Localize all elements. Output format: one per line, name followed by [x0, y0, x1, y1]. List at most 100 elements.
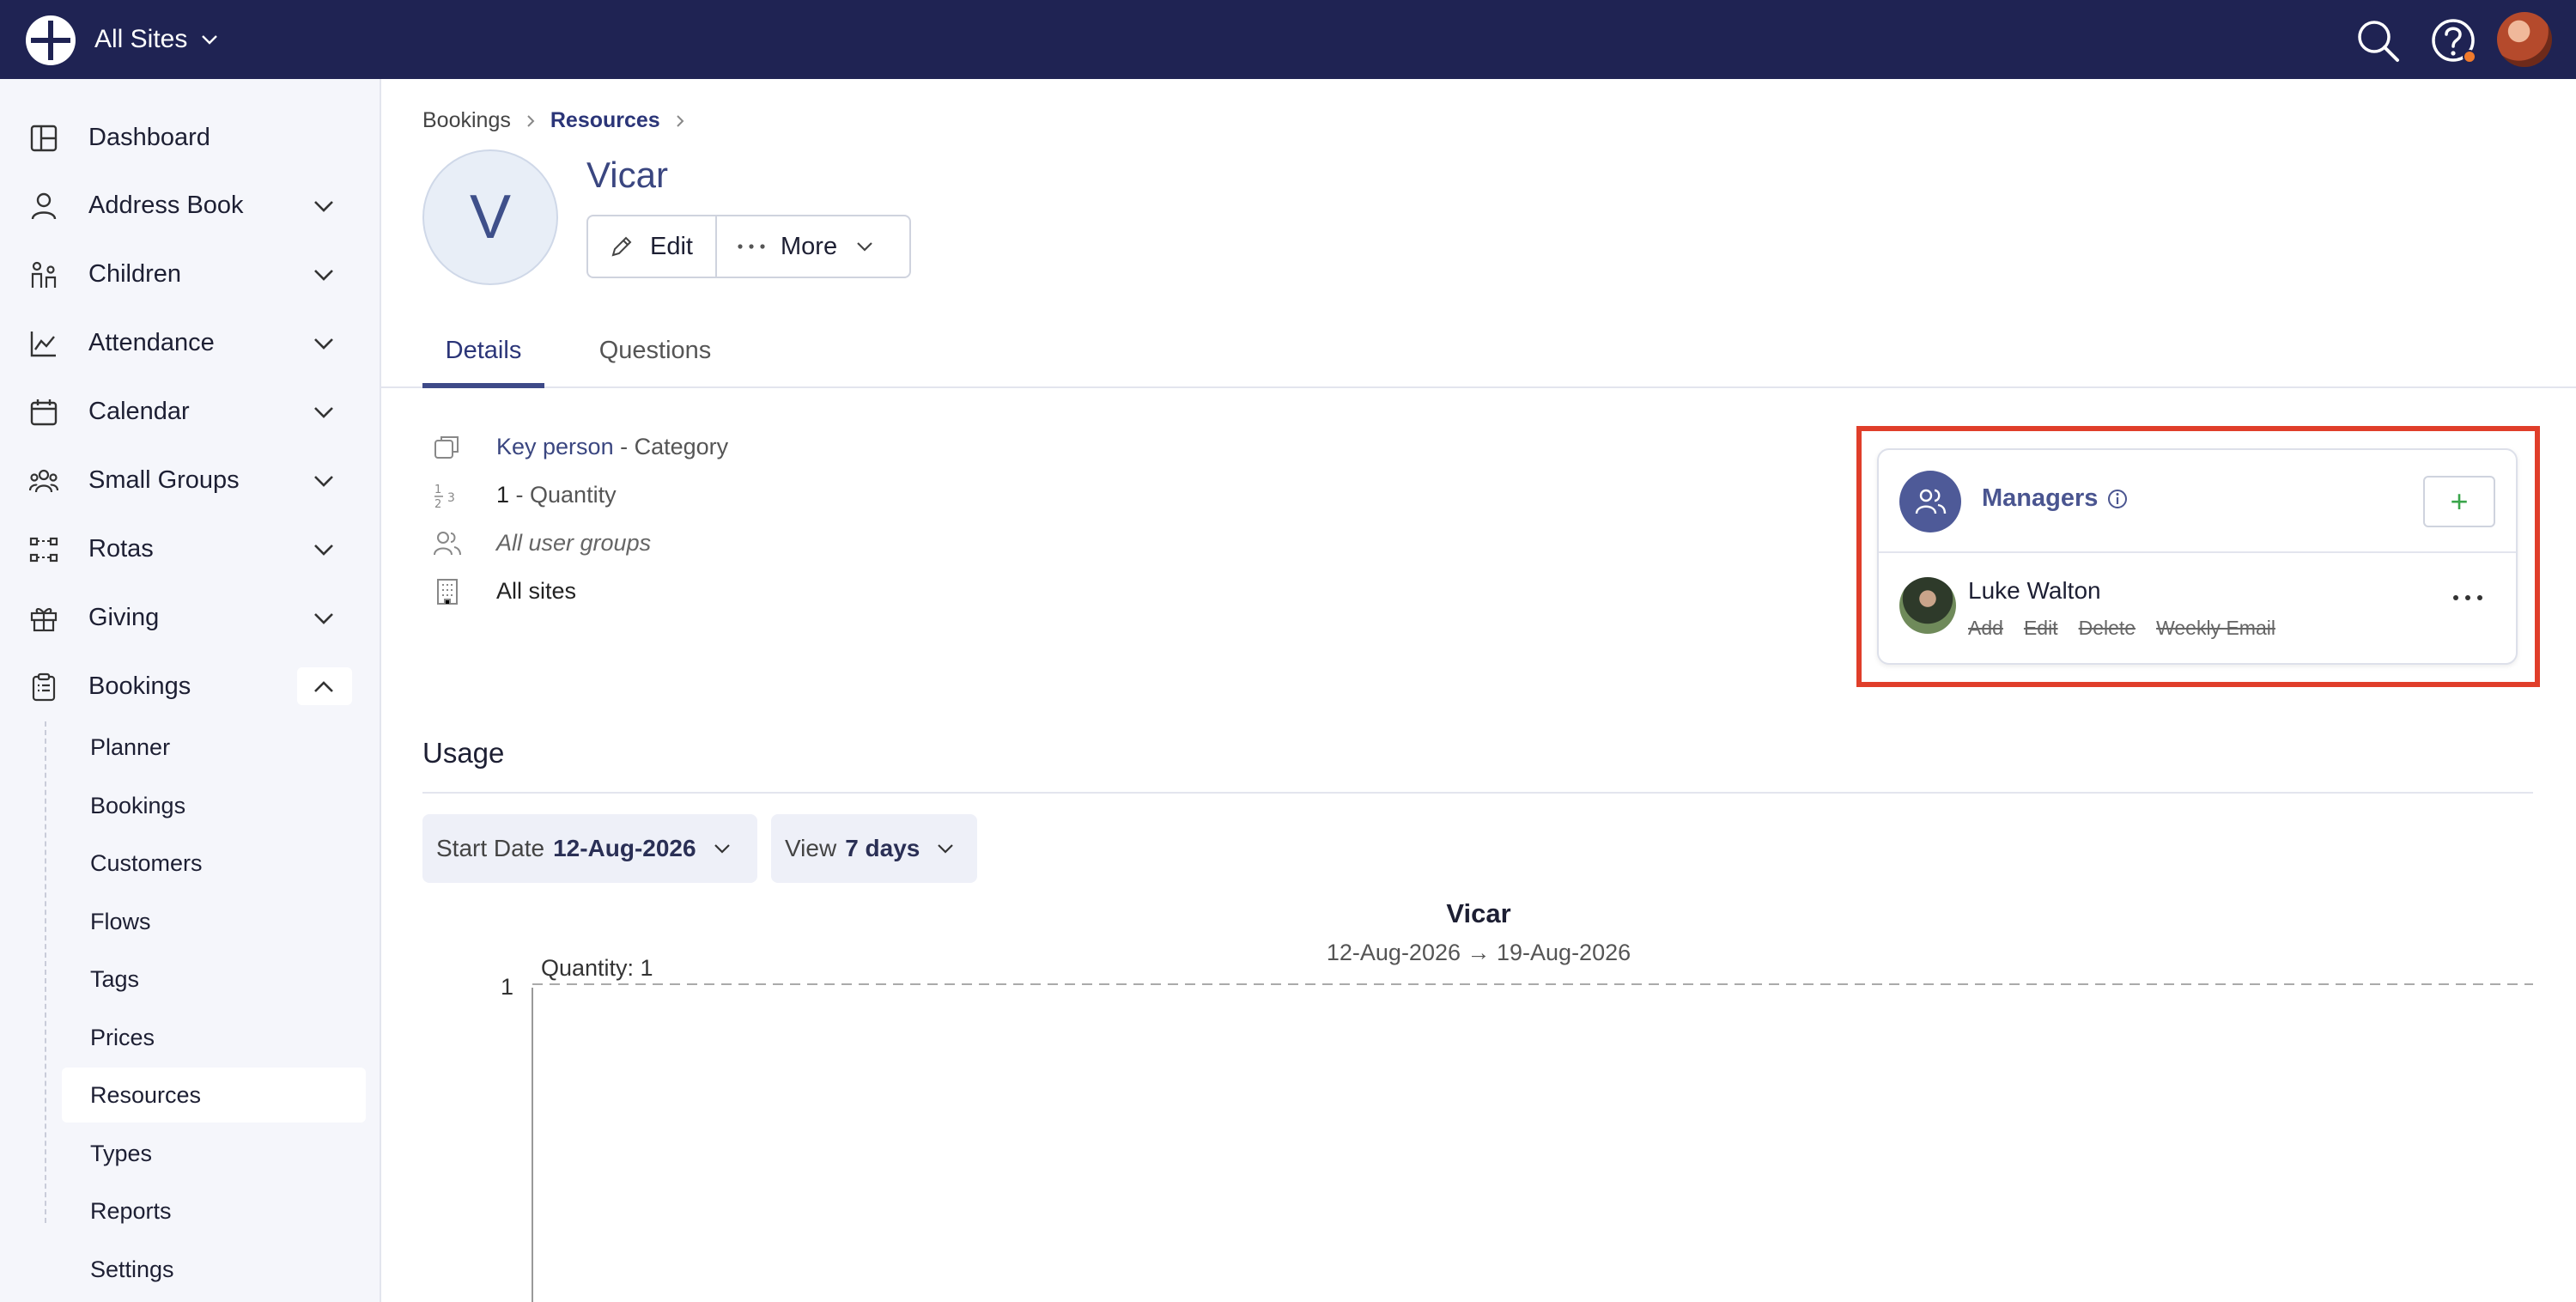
svg-text:1: 1 [434, 484, 441, 496]
breadcrumb: Bookings Resources [422, 108, 700, 133]
tab-questions[interactable]: Questions [584, 332, 726, 388]
chevron-down-icon[interactable] [311, 193, 337, 219]
sidebar-subitem-planner[interactable]: Planner [62, 720, 366, 775]
ellipsis-icon [738, 244, 765, 249]
groups-icon [29, 469, 58, 493]
sidebar-subitem-tags[interactable]: Tags [62, 952, 366, 1007]
info-icon[interactable] [2106, 488, 2129, 510]
managers-icon [1899, 471, 1961, 532]
sidebar-item-label: Dashboard [88, 123, 210, 151]
chevron-down-icon[interactable] [311, 605, 337, 631]
sidebar-item-calendar[interactable]: Calendar [0, 384, 381, 439]
sidebar-item-label: Calendar [88, 397, 190, 425]
sidebar-item-rotas[interactable]: Rotas [0, 521, 381, 576]
chevron-up-icon [314, 681, 333, 692]
start-date-value: 12-Aug-2026 [553, 835, 696, 861]
quantity-reference-label: Quantity: 1 [541, 955, 653, 981]
sidebar-item-dashboard[interactable]: Dashboard [0, 110, 381, 165]
sidebar-subitem-settings[interactable]: Settings [62, 1242, 366, 1297]
usage-heading: Usage [422, 737, 505, 769]
pencil-icon [611, 236, 632, 257]
chevron-down-icon[interactable] [311, 399, 337, 425]
chevron-down-icon [714, 844, 730, 854]
search-icon[interactable] [2353, 15, 2403, 65]
start-date-select[interactable]: Start Date 12-Aug-2026 [422, 814, 757, 883]
add-manager-button[interactable]: + [2423, 476, 2495, 527]
dashboard-icon [30, 125, 58, 152]
edit-button[interactable]: Edit [588, 216, 717, 277]
view-select[interactable]: View 7 days [771, 814, 977, 883]
sidebar-item-small-groups[interactable]: Small Groups [0, 453, 381, 508]
divider [422, 792, 2533, 794]
chevron-down-icon[interactable] [311, 331, 337, 356]
more-button[interactable]: More [717, 216, 909, 277]
sidebar-subitem-reports[interactable]: Reports [62, 1183, 366, 1238]
svg-text:2: 2 [434, 498, 441, 510]
person-icon [31, 192, 57, 220]
sidebar-subitem-resources[interactable]: Resources [62, 1068, 366, 1123]
sidebar-item-label: Bookings [88, 672, 191, 700]
sidebar-item-label: Children [88, 259, 181, 288]
logo-icon[interactable] [26, 15, 76, 65]
view-label: View [785, 835, 837, 861]
breadcrumb-bookings[interactable]: Bookings [422, 108, 511, 133]
tab-bar: Details Questions [381, 332, 2576, 388]
sidebar-item-label: Rotas [88, 534, 154, 563]
quantity-value: 1 [496, 481, 510, 508]
managers-title: Managers [1982, 484, 2129, 513]
managers-card: Managers + Luke Walton Add Edit Delete W… [1877, 448, 2518, 665]
tab-details[interactable]: Details [422, 332, 544, 388]
notification-badge [2463, 50, 2476, 64]
sidebar-item-address-book[interactable]: Address Book [0, 178, 381, 233]
breadcrumb-resources[interactable]: Resources [550, 108, 660, 133]
sidebar-subitem-customers[interactable]: Customers [62, 836, 366, 891]
usage-chart: 1 Quantity: 1 [501, 955, 2533, 1302]
sidebar-item-giving[interactable]: Giving [0, 590, 381, 645]
user-avatar[interactable] [2497, 12, 2552, 67]
site-selector[interactable]: All Sites [94, 22, 220, 57]
chart-icon [30, 332, 56, 357]
page-title: Vicar [586, 155, 668, 195]
chevron-right-icon [527, 114, 535, 127]
site-selector-label: All Sites [94, 25, 188, 53]
numbers-icon: 1 2 3 [434, 484, 455, 510]
sidebar-item-label: Small Groups [88, 465, 240, 494]
chevron-down-icon[interactable] [311, 468, 337, 494]
users-icon [434, 532, 461, 556]
avatar [1899, 577, 1956, 634]
category-link[interactable]: Key person [496, 434, 614, 459]
y-tick-label: 1 [501, 974, 513, 1000]
permission-add: Add [1968, 617, 2003, 639]
sidebar-subitem-bookings[interactable]: Bookings [62, 778, 366, 833]
rotas-icon [29, 537, 58, 563]
sidebar-item-children[interactable]: Children [0, 246, 381, 301]
building-icon [437, 579, 458, 605]
permission-weekly-email: Weekly Email [2156, 617, 2275, 639]
clipboard-icon [32, 672, 56, 702]
managers-card-header: Managers + [1879, 450, 2516, 553]
sidebar-item-label: Address Book [88, 191, 244, 219]
children-icon [31, 261, 57, 288]
sidebar-subitem-types[interactable]: Types [62, 1126, 366, 1181]
permission-edit: Edit [2023, 617, 2058, 639]
permission-delete: Delete [2078, 617, 2136, 639]
user-groups-value: All user groups [496, 529, 652, 556]
quantity-suffix: - Quantity [509, 481, 617, 508]
svg-text:3: 3 [447, 491, 455, 505]
chevron-down-icon [938, 844, 954, 854]
subnav-line [45, 721, 46, 1223]
view-value: 7 days [845, 835, 920, 861]
sidebar-item-bookings[interactable]: Bookings [0, 659, 381, 714]
chevron-down-icon[interactable] [311, 537, 337, 563]
ellipsis-icon[interactable] [2451, 589, 2485, 606]
sidebar: Dashboard Address Book Children Attendan… [0, 79, 381, 1302]
manager-permissions: Add Edit Delete Weekly Email [1968, 617, 2296, 640]
sidebar-subitem-flows[interactable]: Flows [62, 894, 366, 949]
sites-value: All sites [496, 577, 577, 604]
sidebar-item-label: Attendance [88, 328, 215, 356]
chevron-right-icon [677, 114, 684, 127]
sidebar-subitem-prices[interactable]: Prices [62, 1010, 366, 1065]
resource-avatar: V [422, 149, 558, 285]
chevron-down-icon[interactable] [311, 262, 337, 288]
sidebar-item-attendance[interactable]: Attendance [0, 315, 381, 370]
